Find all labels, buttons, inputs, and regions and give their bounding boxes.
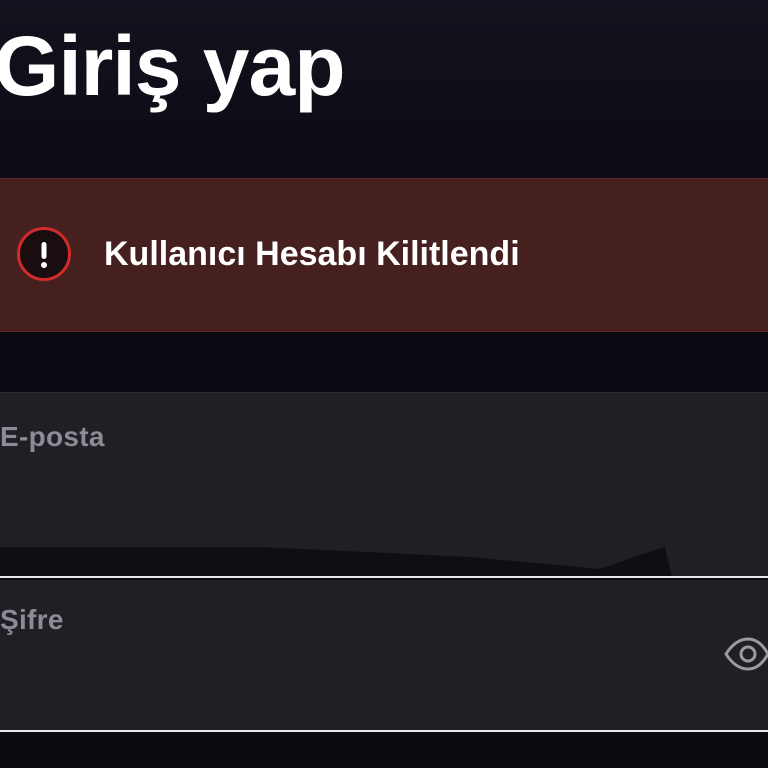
error-banner: Kullanıcı Hesabı Kilitlendi	[0, 178, 768, 332]
email-input[interactable]	[0, 473, 700, 517]
eye-icon[interactable]	[724, 636, 768, 672]
password-input[interactable]	[0, 660, 680, 704]
email-label: E-posta	[0, 421, 105, 452]
exclamation-circle-icon	[17, 227, 71, 281]
bottom-area	[0, 732, 768, 768]
error-message: Kullanıcı Hesabı Kilitlendi	[104, 235, 520, 273]
email-underline	[0, 576, 768, 578]
redaction-mask	[0, 547, 672, 577]
page-title: Giriş yap	[0, 19, 346, 113]
password-label: Şifre	[0, 604, 64, 635]
login-screen: Giriş yap Kullanıcı Hesabı Kilitlendi E-…	[0, 0, 768, 768]
password-field[interactable]: Şifre	[0, 580, 768, 732]
email-field[interactable]: E-posta	[0, 392, 768, 578]
